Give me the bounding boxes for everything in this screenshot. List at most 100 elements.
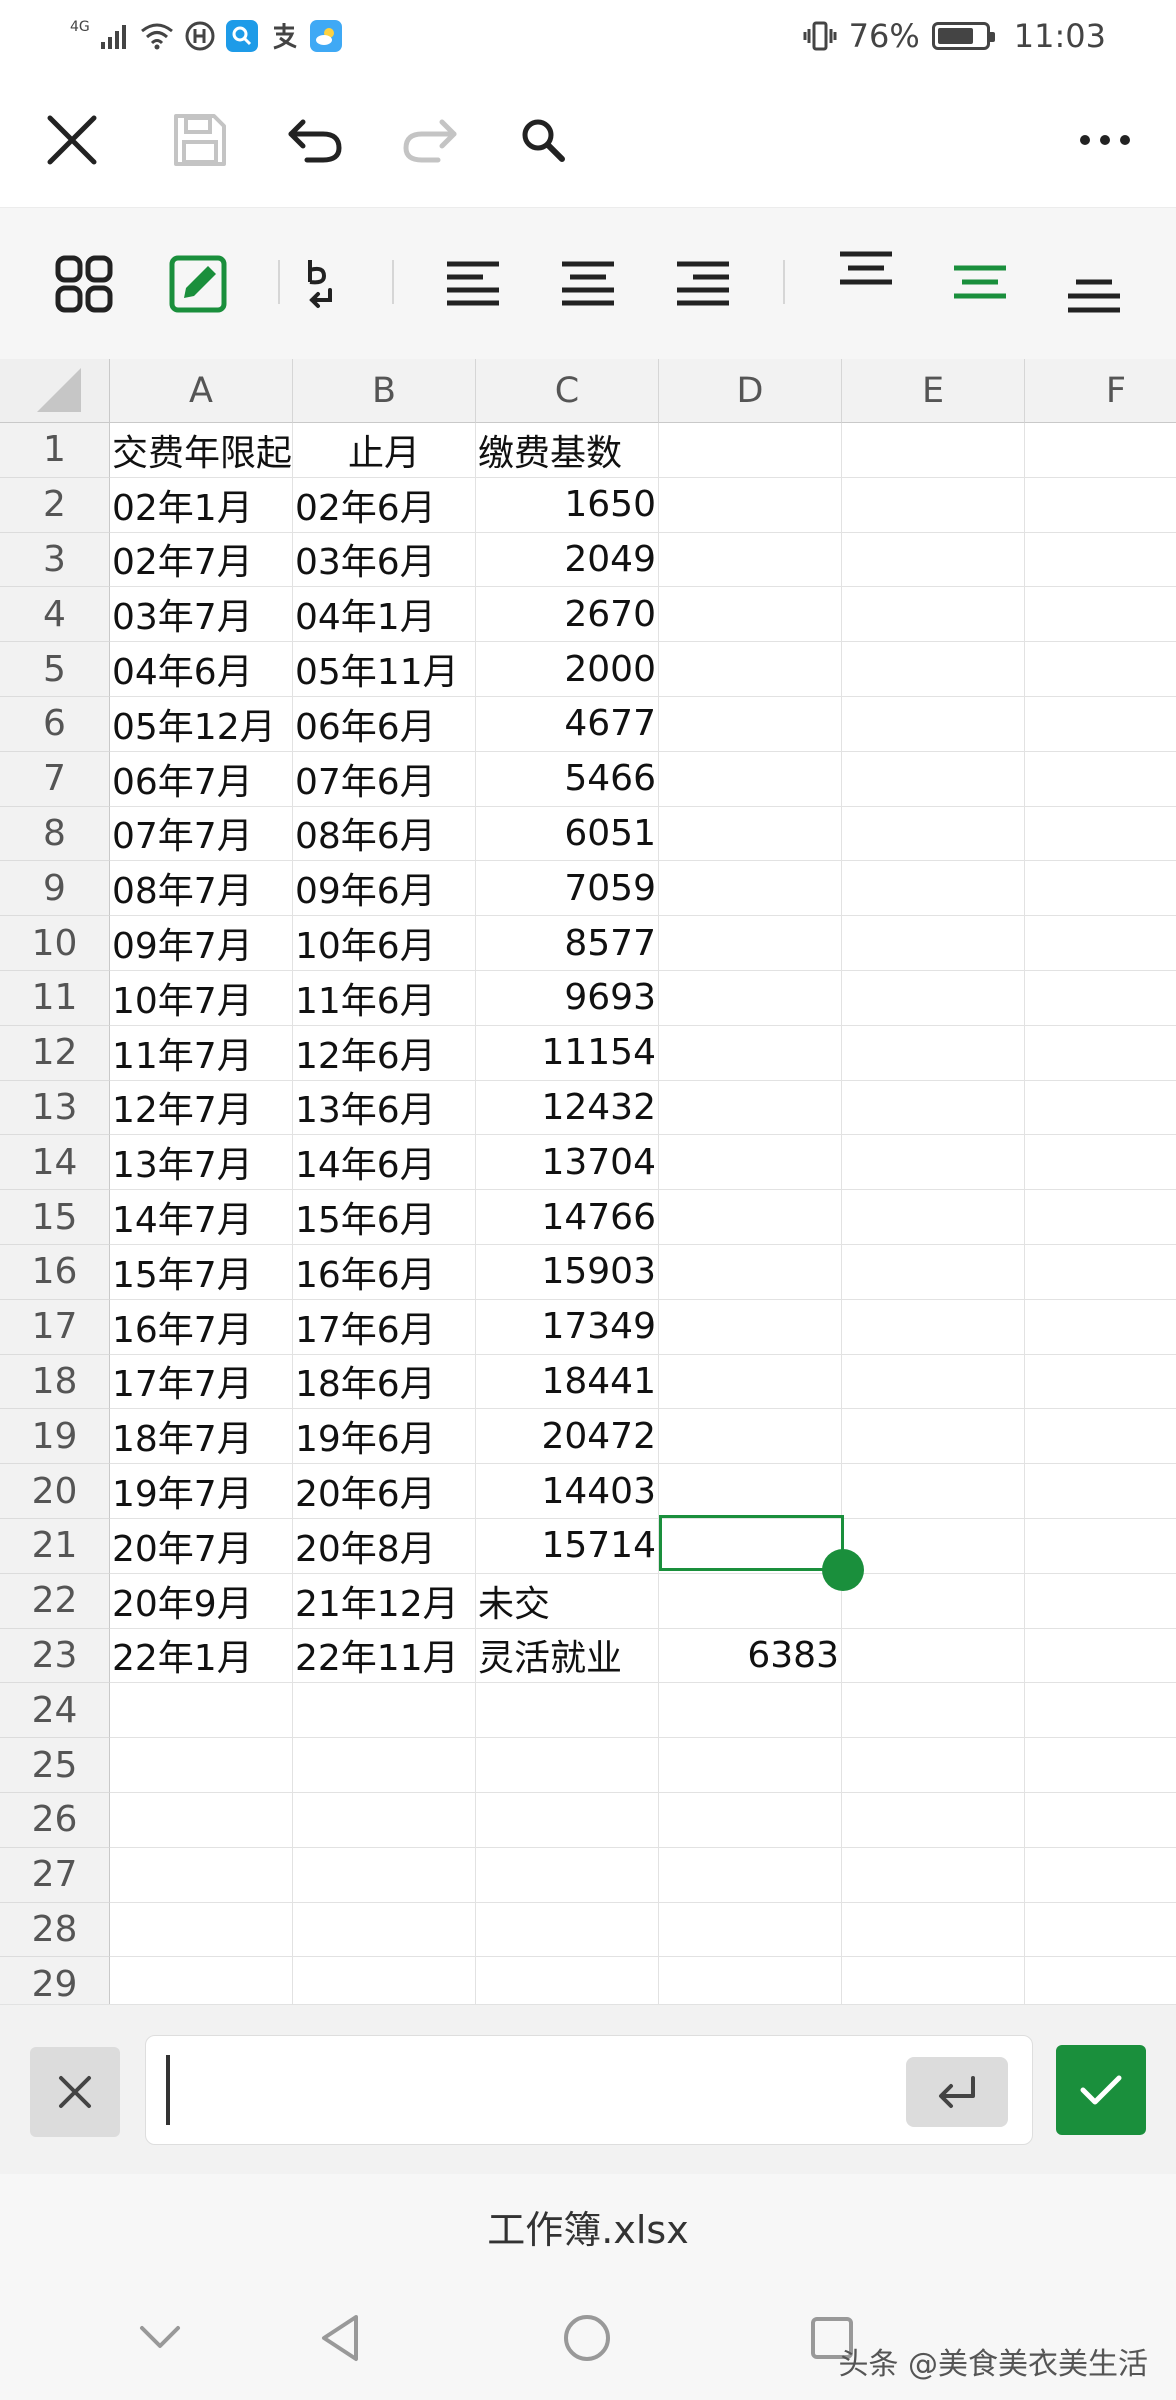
cell-f28[interactable] bbox=[1025, 1903, 1176, 1958]
cell-a8[interactable]: 07年7月 bbox=[110, 806, 293, 862]
cell-c23[interactable]: 灵活就业 bbox=[476, 1628, 659, 1684]
select-all-corner[interactable] bbox=[0, 359, 110, 423]
cell-f17[interactable] bbox=[1025, 1300, 1176, 1355]
row-header[interactable]: 13 bbox=[0, 1080, 110, 1136]
cell-a20[interactable]: 19年7月 bbox=[110, 1464, 293, 1519]
cell-e19[interactable] bbox=[842, 1409, 1025, 1465]
cell-f23[interactable] bbox=[1025, 1629, 1176, 1684]
row-header[interactable]: 26 bbox=[0, 1792, 110, 1848]
cell-e14[interactable] bbox=[842, 1135, 1025, 1191]
cell-a25[interactable] bbox=[110, 1738, 293, 1793]
cell-b9[interactable]: 09年6月 bbox=[293, 861, 476, 917]
home-button[interactable] bbox=[547, 2303, 627, 2373]
cell-e12[interactable] bbox=[842, 1025, 1025, 1081]
cell-d27[interactable] bbox=[659, 1847, 842, 1903]
cell-d8[interactable] bbox=[659, 806, 842, 862]
cell-d21[interactable] bbox=[659, 1518, 842, 1574]
cell-e3[interactable] bbox=[842, 532, 1025, 588]
cell-f12[interactable] bbox=[1025, 1026, 1176, 1081]
cell-a28[interactable] bbox=[110, 1902, 293, 1958]
cell-f15[interactable] bbox=[1025, 1190, 1176, 1245]
row-header[interactable]: 28 bbox=[0, 1902, 110, 1958]
column-header-a[interactable]: A bbox=[110, 359, 293, 423]
row-header[interactable]: 19 bbox=[0, 1409, 110, 1465]
cell-d16[interactable] bbox=[659, 1244, 842, 1300]
cell-b27[interactable] bbox=[293, 1847, 476, 1903]
wrap-text-button[interactable] bbox=[280, 244, 360, 324]
cell-e17[interactable] bbox=[842, 1299, 1025, 1355]
cell-e13[interactable] bbox=[842, 1080, 1025, 1136]
cell-c8[interactable]: 6051 bbox=[476, 806, 659, 862]
row-header[interactable]: 4 bbox=[0, 587, 110, 643]
cell-a24[interactable] bbox=[110, 1683, 293, 1739]
cell-d22[interactable] bbox=[659, 1573, 842, 1629]
cell-c12[interactable]: 11154 bbox=[476, 1025, 659, 1081]
undo-button[interactable] bbox=[275, 102, 355, 178]
selection-handle[interactable] bbox=[822, 1549, 864, 1591]
apps-button[interactable] bbox=[44, 244, 124, 324]
row-header[interactable]: 8 bbox=[0, 806, 110, 862]
cell-f22[interactable] bbox=[1025, 1574, 1176, 1629]
cell-c11[interactable]: 9693 bbox=[476, 970, 659, 1026]
cell-e4[interactable] bbox=[842, 587, 1025, 643]
cell-a23[interactable]: 22年1月 bbox=[110, 1628, 293, 1684]
back-button[interactable] bbox=[300, 2303, 380, 2373]
cell-a15[interactable]: 14年7月 bbox=[110, 1190, 293, 1245]
cell-c16[interactable]: 15903 bbox=[476, 1244, 659, 1300]
cell-b11[interactable]: 11年6月 bbox=[293, 970, 476, 1026]
cell-d29[interactable] bbox=[659, 1957, 842, 2004]
align-left-button[interactable] bbox=[433, 244, 513, 324]
cell-c21[interactable]: 15714 bbox=[476, 1518, 659, 1574]
cell-e29[interactable] bbox=[842, 1957, 1025, 2004]
cell-b4[interactable]: 04年1月 bbox=[293, 587, 476, 643]
cell-d20[interactable] bbox=[659, 1464, 842, 1519]
row-header[interactable]: 2 bbox=[0, 477, 110, 533]
hide-keyboard-button[interactable] bbox=[120, 2303, 200, 2373]
save-button[interactable] bbox=[160, 102, 240, 178]
row-header[interactable]: 29 bbox=[0, 1957, 110, 2004]
cell-e15[interactable] bbox=[842, 1190, 1025, 1245]
cell-b21[interactable]: 20年8月 bbox=[293, 1518, 476, 1574]
cell-d9[interactable] bbox=[659, 861, 842, 917]
cell-f9[interactable] bbox=[1025, 861, 1176, 917]
cell-f29[interactable] bbox=[1025, 1957, 1176, 2004]
cell-a9[interactable]: 08年7月 bbox=[110, 861, 293, 917]
cell-e18[interactable] bbox=[842, 1354, 1025, 1410]
more-button[interactable] bbox=[1065, 102, 1145, 178]
cell-a11[interactable]: 10年7月 bbox=[110, 970, 293, 1026]
cell-a4[interactable]: 03年7月 bbox=[110, 587, 293, 643]
cell-a17[interactable]: 16年7月 bbox=[110, 1299, 293, 1355]
align-center-button[interactable] bbox=[548, 244, 628, 324]
cell-f14[interactable] bbox=[1025, 1135, 1176, 1191]
cell-e10[interactable] bbox=[842, 916, 1025, 971]
cell-d26[interactable] bbox=[659, 1792, 842, 1848]
cell-c5[interactable]: 2000 bbox=[476, 642, 659, 697]
cell-f11[interactable] bbox=[1025, 971, 1176, 1026]
enter-key-button[interactable] bbox=[906, 2057, 1008, 2127]
cell-d12[interactable] bbox=[659, 1025, 842, 1081]
cell-d15[interactable] bbox=[659, 1190, 842, 1245]
cell-c15[interactable]: 14766 bbox=[476, 1190, 659, 1245]
cell-f10[interactable] bbox=[1025, 916, 1176, 971]
cell-b25[interactable] bbox=[293, 1738, 476, 1793]
cell-e24[interactable] bbox=[842, 1683, 1025, 1739]
cell-c19[interactable]: 20472 bbox=[476, 1409, 659, 1465]
cell-a6[interactable]: 05年12月 bbox=[110, 696, 293, 752]
cell-f7[interactable] bbox=[1025, 752, 1176, 807]
cell-b29[interactable] bbox=[293, 1957, 476, 2004]
valign-middle-button[interactable] bbox=[940, 242, 1020, 322]
cell-a2[interactable]: 02年1月 bbox=[110, 477, 293, 533]
row-header[interactable]: 21 bbox=[0, 1518, 110, 1574]
column-header-e[interactable]: E bbox=[842, 359, 1025, 423]
cell-b19[interactable]: 19年6月 bbox=[293, 1409, 476, 1465]
row-header[interactable]: 14 bbox=[0, 1135, 110, 1191]
cell-a22[interactable]: 20年9月 bbox=[110, 1573, 293, 1629]
cell-c10[interactable]: 8577 bbox=[476, 916, 659, 971]
cell-d7[interactable] bbox=[659, 751, 842, 807]
cell-c29[interactable] bbox=[476, 1957, 659, 2004]
row-header[interactable]: 9 bbox=[0, 861, 110, 917]
cell-b6[interactable]: 06年6月 bbox=[293, 696, 476, 752]
row-header[interactable]: 27 bbox=[0, 1847, 110, 1903]
cell-d25[interactable] bbox=[659, 1738, 842, 1793]
cell-e23[interactable] bbox=[842, 1628, 1025, 1684]
